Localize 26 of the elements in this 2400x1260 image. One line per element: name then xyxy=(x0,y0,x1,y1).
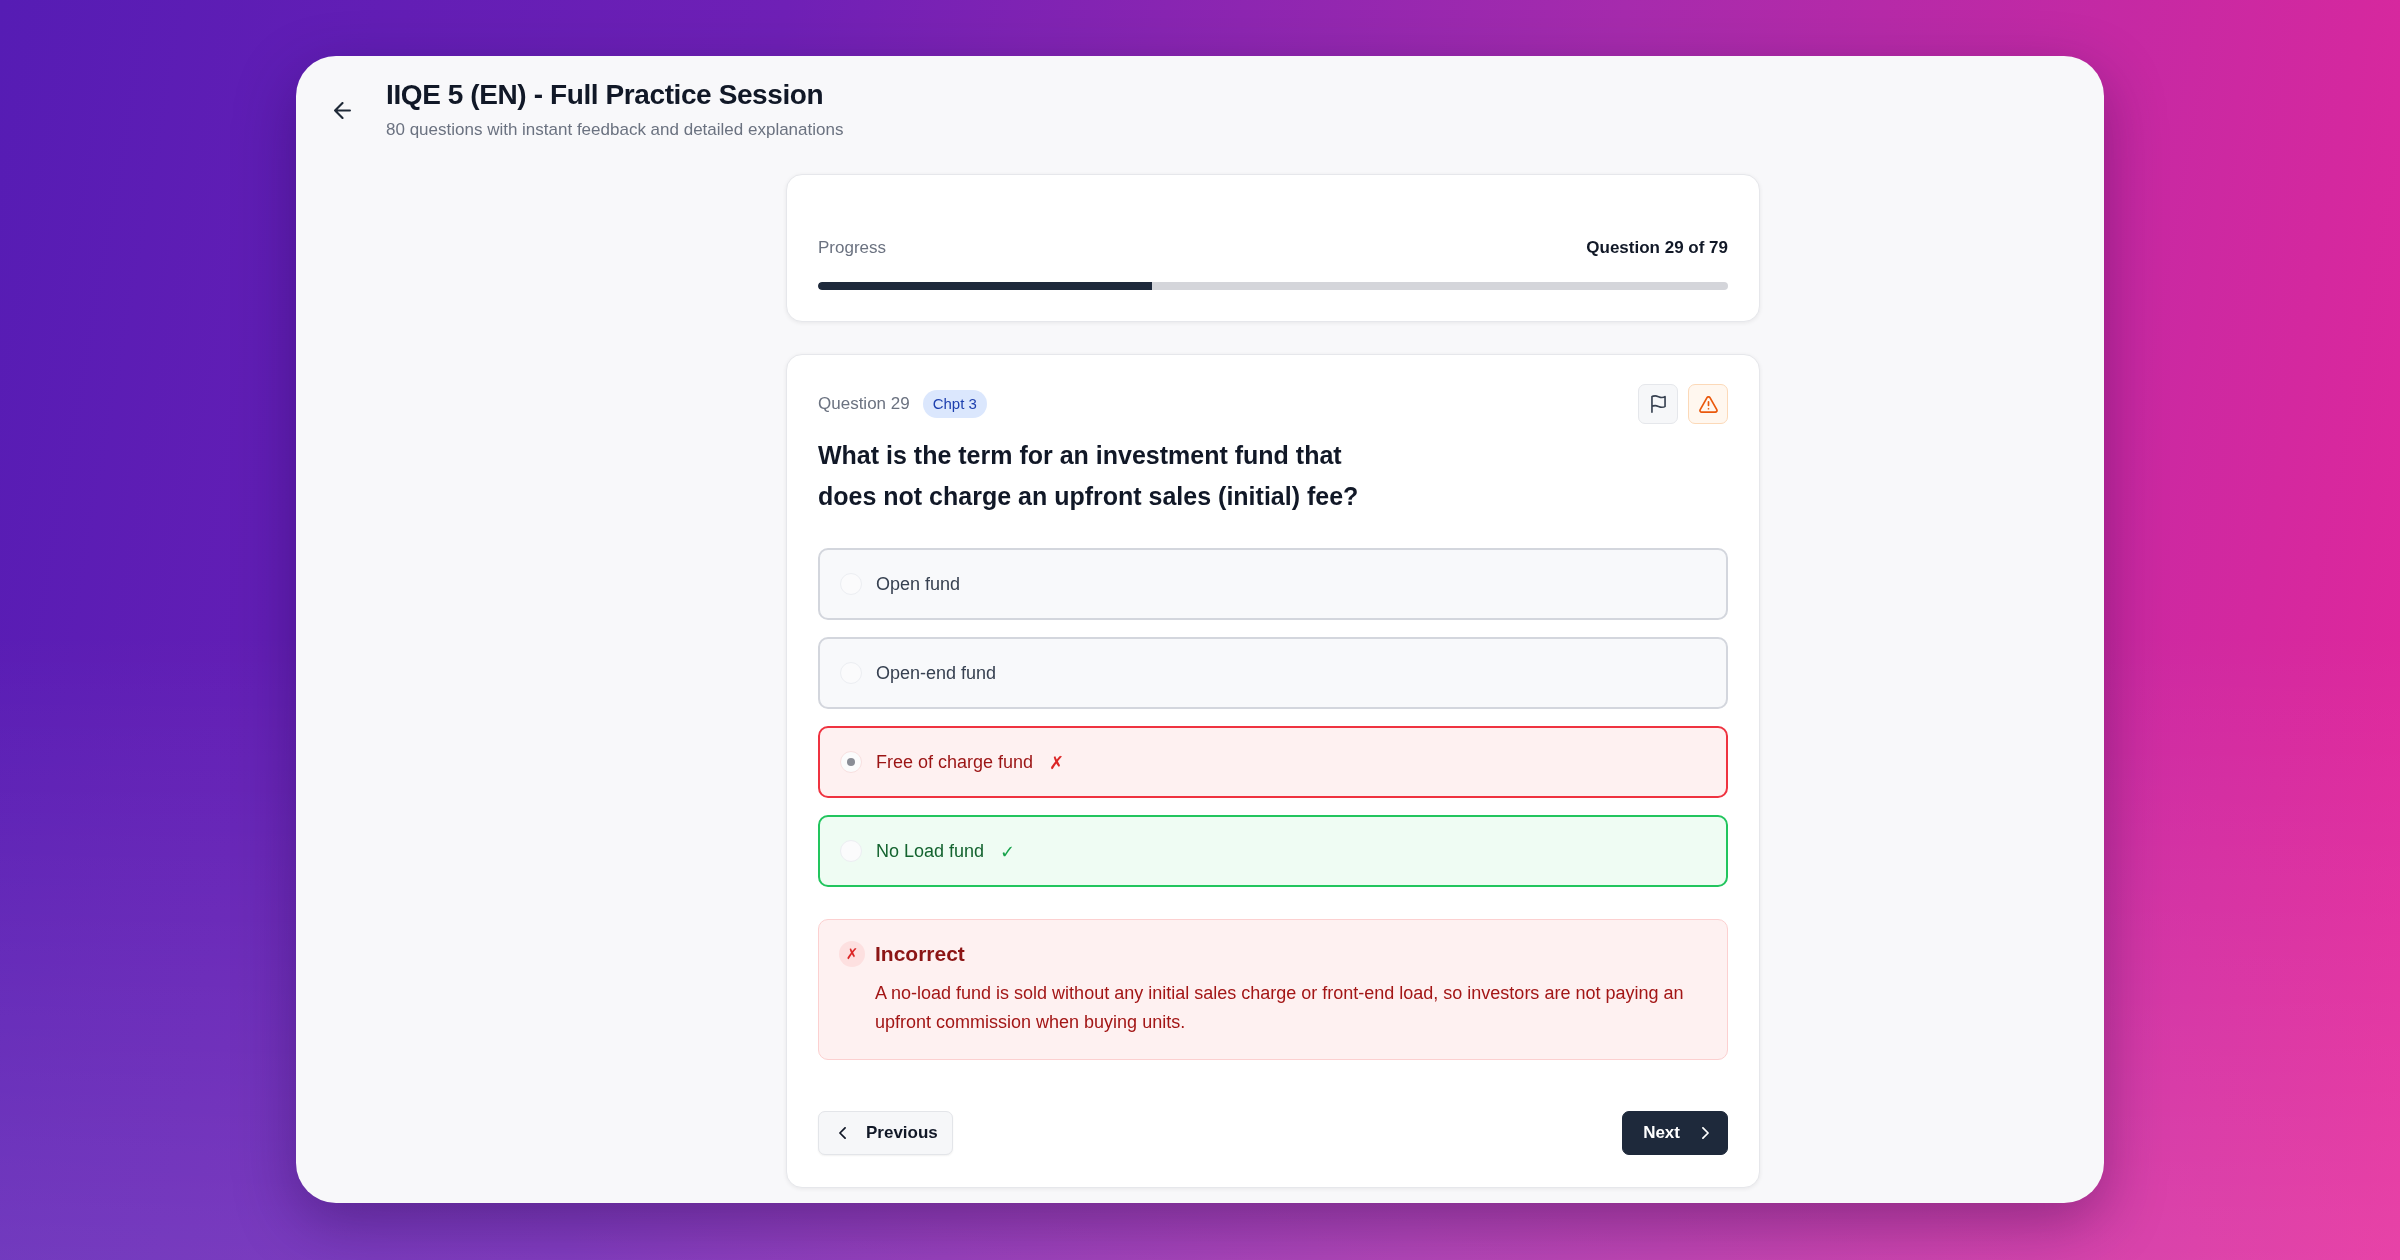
answer-option[interactable]: Open fund xyxy=(818,548,1728,620)
question-counter: Question 29 of 79 xyxy=(1586,237,1728,259)
answer-option[interactable]: No Load fund ✓ xyxy=(818,815,1728,887)
check-icon: ✓ xyxy=(1000,840,1016,862)
question-number: Question 29 xyxy=(818,394,910,414)
cross-icon: ✗ xyxy=(839,941,865,967)
flag-button[interactable] xyxy=(1638,384,1678,424)
question-text: What is the term for an investment fund that does not charge an upfront sales (initial) fee? xyxy=(818,440,1360,512)
next-button[interactable]: Next xyxy=(1622,1111,1728,1155)
progress-label: Progress xyxy=(818,237,887,259)
warning-button[interactable] xyxy=(1688,384,1728,424)
flag-icon xyxy=(1650,395,1666,413)
previous-button[interactable]: Previous xyxy=(818,1111,953,1155)
answer-option[interactable]: Open-end fund xyxy=(818,637,1728,709)
page-subtitle: 80 questions with instant feedback and detailed explanations xyxy=(386,119,844,141)
chevron-left-icon xyxy=(839,1127,846,1139)
feedback-title: Incorrect xyxy=(875,941,965,967)
answer-option[interactable]: Free of charge fund ✗ xyxy=(818,726,1728,798)
warning-icon xyxy=(1698,395,1718,413)
page-title: IIQE 5 (EN) - Full Practice Session xyxy=(386,78,825,112)
back-button[interactable] xyxy=(334,102,351,119)
chapter-tag: Chpt 3 xyxy=(922,390,987,418)
chevron-right-icon xyxy=(1702,1127,1709,1139)
cross-icon: ✗ xyxy=(1049,751,1065,773)
arrow-left-icon xyxy=(334,102,351,119)
feedback-text: A no-load fund is sold without any initial sales charge or front-end load, so investors are not paying an upfront commission when buying units. xyxy=(875,982,1685,1034)
